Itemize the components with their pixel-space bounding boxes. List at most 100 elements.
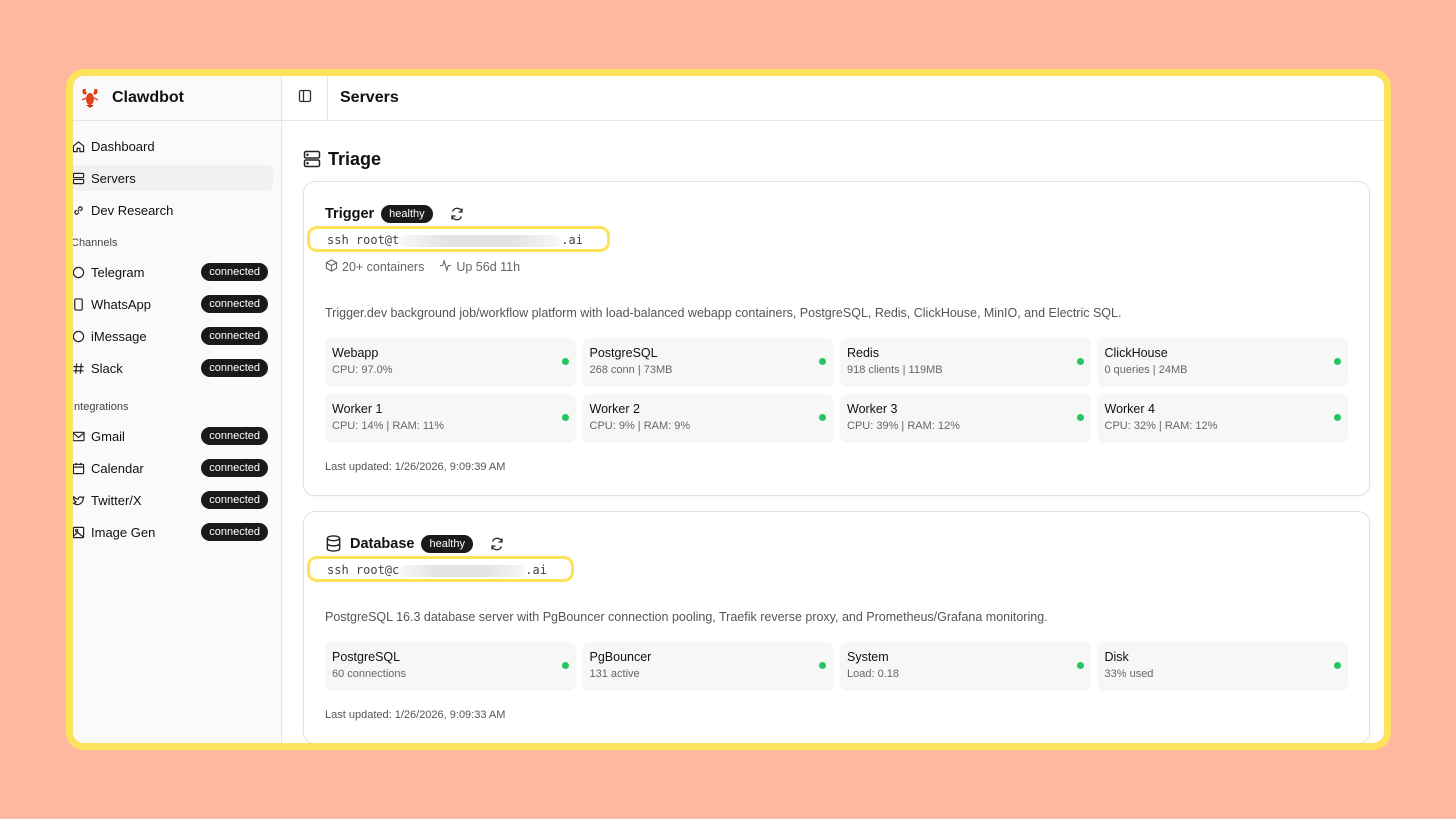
- sidebar-item-imessage[interactable]: iMessage connected: [73, 323, 273, 349]
- sidebar-item-label: WhatsApp: [91, 296, 151, 312]
- status-dot: [1334, 358, 1341, 365]
- last-updated: Last updated: 1/26/2026, 9:09:33 AM: [325, 709, 506, 721]
- sidebar-item-label: Image Gen: [91, 524, 156, 540]
- service-tile[interactable]: PgBouncer 131 active: [582, 642, 833, 691]
- sidebar-item-label: Servers: [91, 170, 136, 186]
- status-badge: connected: [201, 327, 268, 345]
- status-badge: connected: [201, 427, 268, 445]
- status-dot: [1334, 414, 1341, 421]
- ssh-command[interactable]: ssh root@t .ai: [307, 226, 610, 252]
- sidebar-item-dev-research[interactable]: Dev Research: [73, 197, 273, 223]
- service-grid: Webapp CPU: 97.0% PostgreSQL 268 conn | 73…: [325, 338, 1348, 443]
- link-icon: [73, 203, 85, 217]
- home-icon: [73, 139, 85, 153]
- status-badge: connected: [201, 263, 268, 281]
- status-badge: connected: [201, 359, 268, 377]
- ssh-command-suffix: .ai: [561, 233, 583, 247]
- panel-left-icon: [298, 89, 312, 108]
- last-updated: Last updated: 1/26/2026, 9:09:39 AM: [325, 461, 506, 473]
- page-title: Servers: [340, 89, 399, 106]
- sidebar-item-label: Dashboard: [91, 138, 155, 154]
- server-description: Trigger.dev background job/workflow plat…: [325, 306, 1122, 320]
- server-icon: [303, 150, 321, 168]
- health-badge: healthy: [381, 205, 433, 223]
- server-description: PostgreSQL 16.3 database server with PgB…: [325, 610, 1048, 624]
- status-badge: connected: [201, 523, 268, 541]
- activity-icon: [439, 258, 456, 275]
- chat-circle-icon: [73, 265, 85, 279]
- health-badge: healthy: [421, 535, 473, 553]
- chat-circle-icon: [73, 329, 85, 343]
- app-window: Clawdbot Dashboard Servers Dev Research: [66, 69, 1391, 750]
- server-name: Trigger: [325, 206, 375, 222]
- status-dot: [561, 358, 569, 365]
- status-dot: [1076, 358, 1084, 365]
- service-tile[interactable]: Disk 33% used: [1097, 642, 1348, 691]
- server-icon: [73, 171, 85, 185]
- sidebar-item-twitter[interactable]: Twitter/X connected: [73, 487, 273, 513]
- sidebar-item-dashboard[interactable]: Dashboard: [73, 133, 273, 159]
- content: Triage Trigger healthy ssh root@t .ai 20…: [282, 142, 1384, 743]
- ssh-command-suffix: .ai: [525, 563, 547, 577]
- sidebar-item-label: Gmail: [91, 428, 125, 444]
- channels-heading: Channels: [71, 237, 118, 249]
- ssh-command[interactable]: ssh root@c .ai: [307, 556, 574, 582]
- ssh-command-prefix: ssh root@t: [327, 233, 400, 247]
- status-badge: connected: [201, 295, 268, 313]
- refresh-icon[interactable]: [450, 207, 465, 222]
- status-badge: connected: [201, 459, 268, 477]
- status-dot: [1076, 662, 1084, 669]
- status-dot: [1076, 414, 1084, 421]
- lobster-logo-icon: [79, 87, 101, 109]
- status-dot: [819, 662, 826, 669]
- service-tile[interactable]: Worker 4 CPU: 32% | RAM: 12%: [1097, 394, 1348, 443]
- sidebar-item-servers[interactable]: Servers: [73, 165, 273, 191]
- service-tile[interactable]: PostgreSQL 268 conn | 73MB: [582, 338, 833, 387]
- service-tile[interactable]: Worker 1 CPU: 14% | RAM: 11%: [325, 394, 576, 443]
- database-icon: [325, 535, 343, 553]
- twitter-icon: [73, 493, 85, 507]
- service-tile[interactable]: PostgreSQL 60 connections: [325, 642, 576, 691]
- status-dot: [561, 662, 569, 669]
- integrations-heading: Integrations: [71, 401, 129, 413]
- sidebar-item-label: Dev Research: [91, 202, 174, 218]
- ssh-command-prefix: ssh root@c: [327, 563, 400, 577]
- sidebar-item-slack[interactable]: Slack connected: [73, 355, 273, 381]
- server-name: Database: [350, 536, 415, 552]
- containers-count: 20+ containers: [325, 259, 424, 275]
- service-tile[interactable]: Worker 2 CPU: 9% | RAM: 9%: [582, 394, 833, 443]
- server-card-database: Database healthy ssh root@c .ai PostgreSQ…: [303, 511, 1370, 743]
- service-grid: PostgreSQL 60 connections PgBouncer 131 ac…: [325, 642, 1348, 691]
- redacted-host: [399, 564, 526, 577]
- service-tile[interactable]: Redis 918 clients | 119MB: [840, 338, 1091, 387]
- service-tile[interactable]: ClickHouse 0 queries | 24MB: [1097, 338, 1348, 387]
- sidebar-item-image-gen[interactable]: Image Gen connected: [73, 519, 273, 545]
- sidebar-item-label: Slack: [91, 360, 123, 376]
- phone-icon: [73, 297, 85, 311]
- main-nav: Dashboard Servers Dev Research Channels: [73, 121, 281, 545]
- refresh-icon[interactable]: [490, 537, 505, 552]
- image-icon: [73, 525, 85, 539]
- status-dot: [1334, 662, 1341, 669]
- brand[interactable]: Clawdbot: [73, 76, 281, 121]
- sidebar-item-label: Twitter/X: [91, 492, 142, 508]
- sidebar-item-whatsapp[interactable]: WhatsApp connected: [73, 291, 273, 317]
- uptime: Up 56d 11h: [439, 258, 520, 275]
- hash-icon: [73, 361, 85, 375]
- status-dot: [819, 358, 826, 365]
- mail-icon: [73, 429, 85, 443]
- main-panel: Servers Triage Trigger healthy ssh root@…: [282, 76, 1384, 743]
- sidebar-item-calendar[interactable]: Calendar connected: [73, 455, 273, 481]
- redacted-host: [399, 234, 562, 247]
- sidebar-item-gmail[interactable]: Gmail connected: [73, 423, 273, 449]
- card-header: Trigger healthy: [325, 204, 1348, 224]
- status-badge: connected: [201, 491, 268, 509]
- sidebar-item-label: iMessage: [91, 328, 147, 344]
- box-icon: [325, 259, 342, 275]
- service-tile[interactable]: Worker 3 CPU: 39% | RAM: 12%: [840, 394, 1091, 443]
- topbar: Servers: [282, 76, 1384, 121]
- sidebar-toggle-button[interactable]: [282, 76, 328, 121]
- service-tile[interactable]: System Load: 0.18: [840, 642, 1091, 691]
- sidebar-item-telegram[interactable]: Telegram connected: [73, 259, 273, 285]
- service-tile[interactable]: Webapp CPU: 97.0%: [325, 338, 576, 387]
